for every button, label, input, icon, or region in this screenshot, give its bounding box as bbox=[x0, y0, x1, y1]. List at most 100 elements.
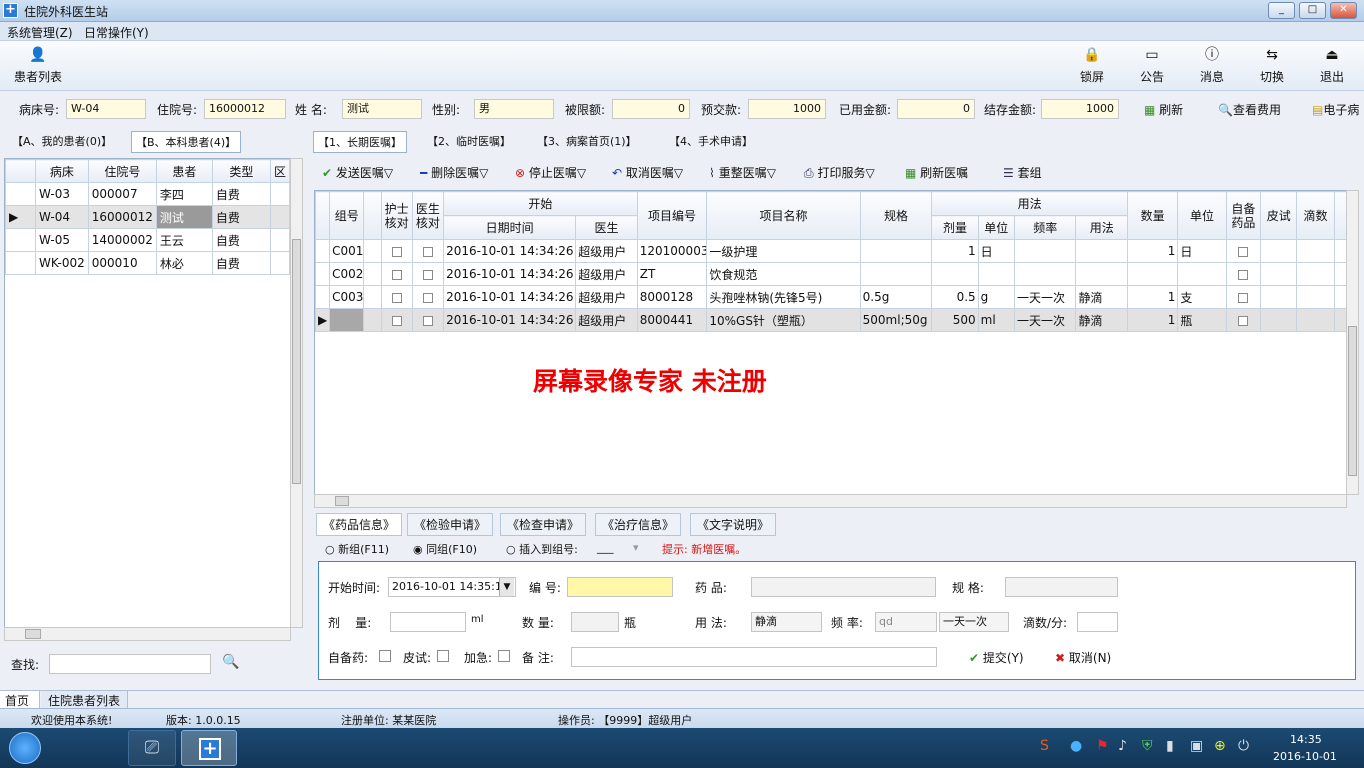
name-field[interactable]: 测试 bbox=[342, 99, 422, 119]
used-field[interactable]: 0 bbox=[897, 99, 975, 119]
nurse-check-checkbox[interactable] bbox=[380, 262, 413, 286]
doctor-check-checkbox[interactable] bbox=[411, 285, 445, 309]
maximize-button[interactable]: □ bbox=[1299, 2, 1326, 19]
tab-home[interactable]: 首页 bbox=[0, 691, 40, 709]
col-type[interactable]: 类型 bbox=[211, 159, 271, 183]
close-button[interactable]: ✕ bbox=[1330, 2, 1357, 19]
table-row[interactable]: ▶ W-04 16000012 测试 自费 bbox=[4, 205, 291, 229]
col-spec[interactable]: 规格 bbox=[859, 191, 933, 240]
notice-button[interactable]: ▭ 公告 bbox=[1127, 45, 1177, 85]
tab-surgery[interactable]: 【4、手术申请】 bbox=[665, 131, 757, 151]
start-button[interactable] bbox=[9, 732, 41, 764]
hscroll-thumb[interactable] bbox=[25, 629, 41, 639]
col-unit2[interactable]: 单位 bbox=[1177, 191, 1227, 240]
table-row[interactable]: W-03 000007 李四 自费 bbox=[4, 182, 291, 206]
taskbar-doctor-app[interactable]: + bbox=[181, 730, 237, 766]
col-group[interactable]: 组号 bbox=[329, 191, 365, 240]
prepay-field[interactable]: 1000 bbox=[748, 99, 826, 119]
refresh-button[interactable]: ▦ 刷新 bbox=[1144, 101, 1183, 118]
self-drug-checkbox[interactable] bbox=[1225, 262, 1262, 286]
tab-long-term[interactable]: 【1、长期医嘱】 bbox=[313, 131, 407, 153]
col-bed[interactable]: 病床 bbox=[35, 159, 89, 183]
col-frequency[interactable]: 频率 bbox=[1013, 215, 1077, 240]
tab-drug-info[interactable]: 《药品信息》 bbox=[316, 513, 403, 536]
scroll-thumb[interactable] bbox=[1348, 326, 1357, 476]
delete-order-button[interactable]: ━ 删除医嘱▽ bbox=[420, 164, 488, 181]
insured-field[interactable]: 0 bbox=[612, 99, 690, 119]
exit-button[interactable]: ⏏ 退出 bbox=[1307, 45, 1357, 85]
tab-exam-request[interactable]: 《检查申请》 bbox=[500, 513, 587, 536]
tray-sogou-icon[interactable]: S bbox=[1040, 738, 1049, 754]
col-drip[interactable]: 滴数 bbox=[1296, 191, 1335, 240]
tray-device-icon[interactable]: ▣ bbox=[1190, 738, 1203, 754]
col-route[interactable]: 用法 bbox=[1075, 215, 1128, 240]
nurse-check-checkbox[interactable] bbox=[380, 285, 413, 309]
submit-button[interactable]: ✔ 提交(Y) bbox=[969, 649, 1024, 666]
col-item-code[interactable]: 项目编号 bbox=[636, 191, 708, 240]
col-nurse-check[interactable]: 护士核对 bbox=[380, 191, 413, 240]
insert-group-radio[interactable]: ○ 插入到组号: bbox=[506, 541, 578, 557]
table-row[interactable]: ▶ 2016-10-01 14:34:26 超级用户 8000441 10%GS… bbox=[315, 308, 1346, 332]
freq-code-input[interactable]: qd bbox=[875, 612, 937, 632]
col-unit[interactable]: 单位 bbox=[977, 215, 1015, 240]
col-skin-test[interactable]: 皮试 bbox=[1260, 191, 1298, 240]
freq-input[interactable]: 一天一次 bbox=[939, 612, 1009, 632]
balance-field[interactable]: 1000 bbox=[1041, 99, 1119, 119]
order-vscrollbar[interactable] bbox=[1346, 190, 1359, 495]
urgent-checkbox[interactable] bbox=[498, 650, 510, 662]
search-input[interactable] bbox=[49, 654, 211, 674]
tray-power-icon[interactable]: ⏻ bbox=[1238, 738, 1249, 754]
insert-group-value[interactable]: ___ bbox=[597, 541, 614, 554]
spec-input[interactable] bbox=[1005, 577, 1118, 597]
new-group-radio[interactable]: ○ 新组(F11) bbox=[325, 541, 389, 557]
col-doctor[interactable]: 医生 bbox=[575, 215, 638, 240]
col-admit-no[interactable]: 住院号 bbox=[87, 159, 157, 183]
col-start[interactable]: 开始 bbox=[443, 191, 638, 216]
tray-plus-icon[interactable]: ⊕ bbox=[1214, 738, 1226, 754]
menu-system[interactable]: 系统管理(Z) bbox=[7, 24, 73, 41]
col-qty[interactable]: 数量 bbox=[1126, 191, 1179, 240]
doctor-check-checkbox[interactable] bbox=[411, 308, 445, 332]
col-self-drug[interactable]: 自备药品 bbox=[1225, 191, 1262, 240]
view-fee-button[interactable]: 🔍查看费用 bbox=[1218, 101, 1281, 118]
sex-field[interactable]: 男 bbox=[474, 99, 554, 119]
hscroll-thumb[interactable] bbox=[335, 496, 349, 506]
skin-test-checkbox[interactable] bbox=[437, 650, 449, 662]
tray-circle-icon[interactable]: ● bbox=[1070, 738, 1082, 754]
tab-inpatient-list[interactable]: 住院患者列表 bbox=[41, 691, 129, 709]
tab-my-patients[interactable]: 【A、我的患者(0)】 bbox=[8, 131, 116, 151]
cancel-order-button[interactable]: ↶ 取消医嘱▽ bbox=[612, 164, 683, 181]
self-drug-checkbox[interactable] bbox=[1225, 285, 1262, 309]
patient-list-button[interactable]: 👤 患者列表 bbox=[13, 45, 63, 85]
set-group-button[interactable]: ☰ 套组 bbox=[1003, 164, 1042, 181]
tab-treatment-info[interactable]: 《治疗信息》 bbox=[595, 513, 682, 536]
message-button[interactable]: ⓘ 消息 bbox=[1187, 45, 1237, 85]
print-service-button[interactable]: ⎙ 打印服务▽ bbox=[804, 164, 875, 181]
e-record-button[interactable]: ▤电子病 bbox=[1312, 101, 1359, 118]
nurse-check-checkbox[interactable] bbox=[380, 308, 413, 332]
self-drug-checkbox[interactable] bbox=[1225, 308, 1262, 332]
reorganize-order-button[interactable]: ⌇ 重整医嘱▽ bbox=[709, 164, 776, 181]
table-row[interactable]: WK-002 000010 林必 自费 bbox=[4, 251, 291, 275]
col-item-name[interactable]: 项目名称 bbox=[706, 191, 861, 240]
switch-button[interactable]: ⇆ 切换 bbox=[1247, 45, 1297, 85]
tray-flag-icon[interactable]: ⚑ bbox=[1096, 738, 1109, 754]
nurse-check-checkbox[interactable] bbox=[380, 239, 413, 263]
table-row[interactable]: C002 2016-10-01 14:34:26 超级用户 ZT 饮食规范 bbox=[315, 262, 1346, 286]
same-group-radio[interactable]: ◉ 同组(F10) bbox=[413, 541, 477, 557]
order-hscrollbar[interactable] bbox=[314, 494, 1347, 508]
table-row[interactable]: C003 2016-10-01 14:34:26 超级用户 8000128 头孢… bbox=[315, 285, 1346, 309]
send-order-button[interactable]: ✔ 发送医嘱▽ bbox=[322, 164, 393, 181]
tray-signal-icon[interactable]: ▮ bbox=[1166, 738, 1174, 754]
table-row[interactable]: W-05 14000002 王云 自费 bbox=[4, 228, 291, 252]
drug-input[interactable] bbox=[751, 577, 936, 597]
col-datetime[interactable]: 日期时间 bbox=[443, 215, 577, 240]
col-patient[interactable]: 患者 bbox=[155, 159, 213, 183]
bed-field[interactable]: W-04 bbox=[66, 99, 146, 119]
doctor-check-checkbox[interactable] bbox=[411, 262, 445, 286]
doctor-check-checkbox[interactable] bbox=[411, 239, 445, 263]
admit-field[interactable]: 16000012 bbox=[204, 99, 286, 119]
tab-text-note[interactable]: 《文字说明》 bbox=[690, 513, 777, 536]
tab-record-home[interactable]: 【3、病案首页(1)】 bbox=[533, 131, 641, 151]
note-input[interactable] bbox=[571, 647, 937, 667]
